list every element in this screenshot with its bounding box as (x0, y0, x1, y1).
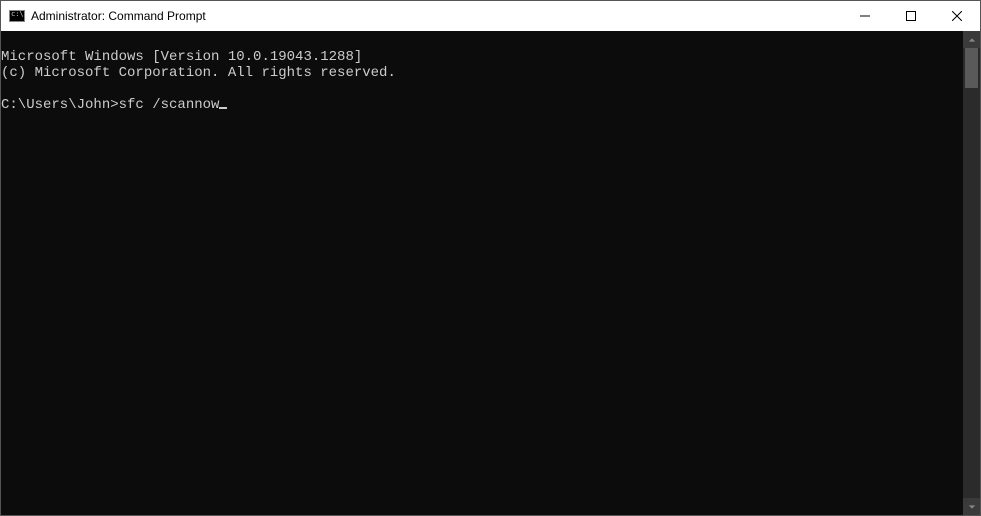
prompt-text: C:\Users\John> (1, 97, 119, 113)
text-cursor (219, 107, 227, 109)
minimize-button[interactable] (842, 1, 888, 31)
maximize-icon (906, 11, 916, 21)
close-button[interactable] (934, 1, 980, 31)
terminal-prompt-line: C:\Users\John>sfc /scannow (1, 97, 227, 113)
window-controls (842, 1, 980, 31)
close-icon (952, 11, 962, 21)
scroll-down-button[interactable] (963, 498, 980, 515)
terminal-output[interactable]: Microsoft Windows [Version 10.0.19043.12… (1, 31, 963, 515)
terminal-line: Microsoft Windows [Version 10.0.19043.12… (1, 49, 362, 65)
scrollbar-track[interactable] (963, 48, 980, 498)
command-text: sfc /scannow (119, 97, 220, 113)
chevron-down-icon (968, 503, 976, 511)
minimize-icon (860, 11, 870, 21)
chevron-up-icon (968, 36, 976, 44)
vertical-scrollbar[interactable] (963, 31, 980, 515)
titlebar[interactable]: c:\ Administrator: Command Prompt (1, 1, 980, 31)
scrollbar-thumb[interactable] (965, 48, 978, 88)
client-area: Microsoft Windows [Version 10.0.19043.12… (1, 31, 980, 515)
maximize-button[interactable] (888, 1, 934, 31)
terminal-line: (c) Microsoft Corporation. All rights re… (1, 65, 396, 81)
command-prompt-window: c:\ Administrator: Command Prompt Micros… (0, 0, 981, 516)
window-title: Administrator: Command Prompt (31, 9, 206, 23)
scroll-up-button[interactable] (963, 31, 980, 48)
cmd-icon: c:\ (9, 8, 25, 24)
